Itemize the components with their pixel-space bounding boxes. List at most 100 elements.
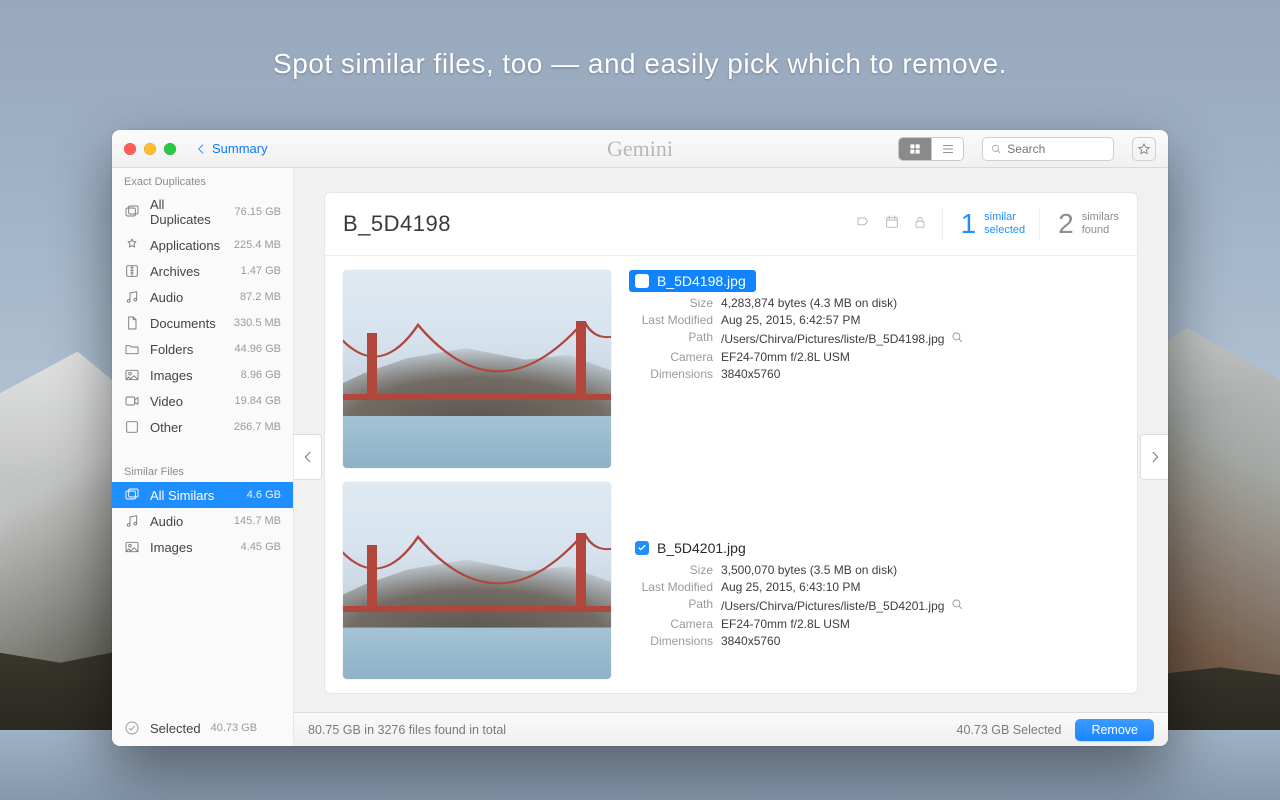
folder-icon (124, 341, 140, 357)
meta-value: 3840x5760 (721, 634, 1119, 648)
file-name: B_5D4198.jpg (657, 273, 746, 289)
chevron-right-icon (1147, 449, 1163, 465)
group-title: B_5D4198 (343, 211, 842, 237)
audio-icon (124, 513, 140, 529)
image-icon (124, 367, 140, 383)
similar-selected-counter: 1 similarselected (942, 207, 1026, 241)
sidebar-item-all-similars[interactable]: All Similars4.6 GB (112, 482, 293, 508)
view-mode-segmented (898, 137, 964, 161)
sidebar-selected-row[interactable]: Selected 40.73 GB (112, 709, 293, 746)
sidebar-item-audio[interactable]: Audio 87.2 MB (112, 284, 293, 310)
search-input[interactable] (1007, 142, 1105, 156)
star-icon (1137, 142, 1151, 156)
search-icon (991, 143, 1001, 155)
thumbnail-column (343, 270, 611, 679)
grid-icon (908, 142, 922, 156)
reveal-in-finder-icon[interactable] (950, 597, 964, 614)
sidebar-item-other[interactable]: Other 266.7 MB (112, 414, 293, 440)
sidebar-item-audio[interactable]: Audio145.7 MB (112, 508, 293, 534)
back-to-summary-button[interactable]: Summary (194, 141, 268, 156)
grid-view-button[interactable] (899, 138, 931, 160)
back-label: Summary (212, 141, 268, 156)
meta-value: 3,500,070 bytes (3.5 MB on disk) (721, 563, 1119, 577)
sidebar-item-label: Folders (150, 342, 225, 357)
minimize-window-button[interactable] (144, 143, 156, 155)
sidebar-item-label: Audio (150, 514, 224, 529)
meta-value: /Users/Chirva/Pictures/liste/B_5D4201.jp… (721, 597, 1119, 614)
sidebar-item-documents[interactable]: Documents 330.5 MB (112, 310, 293, 336)
sidebar-item-size: 4.6 GB (247, 489, 281, 501)
meta-key: Path (629, 597, 713, 614)
close-window-button[interactable] (124, 143, 136, 155)
prev-group-button[interactable] (294, 434, 322, 480)
zoom-window-button[interactable] (164, 143, 176, 155)
list-view-button[interactable] (931, 138, 963, 160)
file-block: B_5D4198.jpg Size 4,283,874 bytes (4.3 MB … (629, 270, 1119, 381)
meta-value: Aug 25, 2015, 6:42:57 PM (721, 313, 1119, 327)
status-summary: 80.75 GB in 3276 files found in total (308, 723, 506, 737)
detail-panel: B_5D4198 1 similarselected 2 similarsfou… (324, 192, 1138, 694)
sidebar-item-size: 87.2 MB (240, 291, 281, 303)
meta-key: Dimensions (629, 634, 713, 648)
sidebar-item-size: 44.96 GB (235, 343, 281, 355)
sidebar-item-label: Video (150, 394, 225, 409)
sidebar-item-size: 1.47 GB (241, 265, 281, 277)
calendar-icon[interactable] (884, 214, 900, 235)
content-area: B_5D4198 1 similarselected 2 similarsfou… (294, 168, 1168, 746)
similars-found-counter: 2 similarsfound (1039, 207, 1119, 241)
file-name-pill[interactable]: B_5D4201.jpg (629, 537, 756, 559)
file-name: B_5D4201.jpg (657, 540, 746, 556)
file-name-pill[interactable]: B_5D4198.jpg (629, 270, 756, 292)
meta-key: Camera (629, 617, 713, 631)
sidebar-item-images[interactable]: Images8.96 GB (112, 362, 293, 388)
sidebar-item-size: 266.7 MB (234, 421, 281, 433)
sidebar-item-label: Audio (150, 290, 230, 305)
sidebar-item-size: 76.15 GB (235, 206, 281, 218)
meta-value: EF24-70mm f/2.8L USM (721, 617, 1119, 631)
image-icon (124, 539, 140, 555)
archive-icon (124, 263, 140, 279)
document-icon (124, 315, 140, 331)
app-window: Summary Gemini Exact Duplicates All Dupl… (112, 130, 1168, 746)
file-meta: Size4,283,874 bytes (4.3 MB on disk)Last… (629, 296, 1119, 381)
sidebar-item-applications[interactable]: Applications225.4 MB (112, 232, 293, 258)
video-icon (124, 393, 140, 409)
sidebar-item-video[interactable]: Video 19.84 GB (112, 388, 293, 414)
duplicates-icon (124, 487, 140, 503)
sidebar-item-label: Other (150, 420, 224, 435)
sidebar-item-size: 330.5 MB (234, 317, 281, 329)
sidebar-section-title: Exact Duplicates (112, 168, 293, 192)
status-selected: 40.73 GB Selected (957, 723, 1062, 737)
meta-key: Dimensions (629, 367, 713, 381)
sidebar-selected-label: Selected (150, 721, 201, 736)
meta-key: Path (629, 330, 713, 347)
sidebar-item-images[interactable]: Images4.45 GB (112, 534, 293, 560)
audio-icon (124, 289, 140, 305)
sidebar-item-size: 19.84 GB (235, 395, 281, 407)
sidebar: Exact Duplicates All Duplicates76.15 GBA… (112, 168, 294, 746)
meta-key: Size (629, 563, 713, 577)
file-checkbox[interactable] (635, 274, 649, 288)
meta-value: 4,283,874 bytes (4.3 MB on disk) (721, 296, 1119, 310)
tag-icon[interactable] (856, 214, 872, 235)
reveal-in-finder-icon[interactable] (950, 330, 964, 347)
file-checkbox[interactable] (635, 541, 649, 555)
duplicates-icon (124, 204, 140, 220)
other-icon (124, 419, 140, 435)
next-group-button[interactable] (1140, 434, 1168, 480)
sidebar-item-folders[interactable]: Folders 44.96 GB (112, 336, 293, 362)
favorites-button[interactable] (1132, 137, 1156, 161)
remove-button[interactable]: Remove (1075, 719, 1154, 741)
marketing-headline: Spot similar files, too — and easily pic… (0, 48, 1280, 80)
app-brand: Gemini (607, 136, 673, 162)
sidebar-item-label: Applications (150, 238, 224, 253)
sidebar-item-archives[interactable]: Archives1.47 GB (112, 258, 293, 284)
thumbnail[interactable] (343, 270, 611, 468)
search-field[interactable] (982, 137, 1114, 161)
meta-key: Size (629, 296, 713, 310)
thumbnail[interactable] (343, 482, 611, 680)
lock-icon[interactable] (912, 214, 928, 235)
sidebar-item-all-duplicates[interactable]: All Duplicates76.15 GB (112, 192, 293, 232)
sidebar-item-label: Documents (150, 316, 224, 331)
sidebar-item-label: Images (150, 368, 231, 383)
